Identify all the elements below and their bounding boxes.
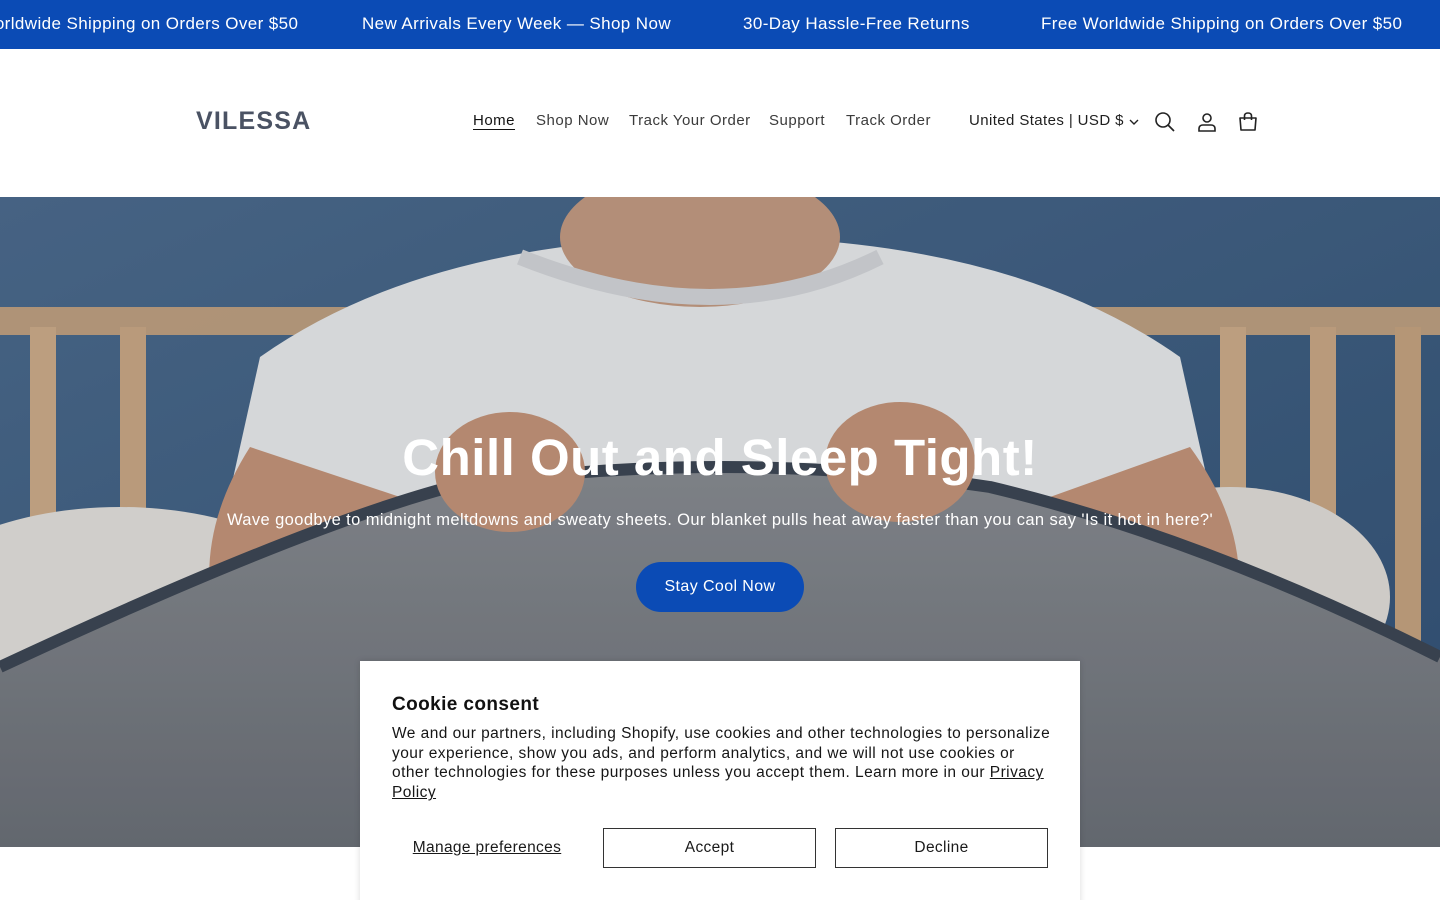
- announcement-message: Free Worldwide Shipping on Orders Over $…: [1041, 14, 1403, 33]
- stay-cool-now-button[interactable]: Stay Cool Now: [636, 562, 804, 612]
- cookie-title: Cookie consent: [392, 694, 540, 715]
- decline-button[interactable]: Decline: [835, 828, 1048, 868]
- manage-preferences-button[interactable]: Manage preferences: [392, 828, 582, 868]
- cookie-consent-dialog: Cookie consent We and our partners, incl…: [360, 661, 1080, 900]
- chevron-down-icon: [1129, 119, 1139, 125]
- site-header: VILESSA Home Shop Now Track Your Order S…: [0, 49, 1440, 197]
- hero-subtitle: Wave goodbye to midnight meltdowns and s…: [226, 511, 1214, 529]
- accept-button[interactable]: Accept: [603, 828, 816, 868]
- search-icon[interactable]: [1153, 110, 1177, 134]
- cookie-body-text: We and our partners, including Shopify, …: [392, 725, 1051, 782]
- cart-icon[interactable]: [1236, 110, 1260, 134]
- announcement-message: 30-Day Hassle-Free Returns: [743, 14, 970, 33]
- cookie-body: We and our partners, including Shopify, …: [392, 724, 1054, 803]
- country-currency-selector[interactable]: United States | USD $: [969, 112, 1139, 129]
- nav-shop-now[interactable]: Shop Now: [536, 112, 609, 129]
- nav-home[interactable]: Home: [473, 112, 515, 129]
- locale-label: United States | USD $: [969, 112, 1124, 129]
- announcement-bar: Free Worldwide Shipping on Orders Over $…: [0, 0, 1440, 49]
- announcement-message: New Arrivals Every Week — Shop Now: [362, 14, 671, 33]
- nav-support[interactable]: Support: [769, 112, 825, 129]
- nav-track-your-order[interactable]: Track Your Order: [629, 112, 751, 129]
- announcement-message: Free Worldwide Shipping on Orders Over $…: [0, 14, 299, 33]
- hero-title: Chill Out and Sleep Tight!: [402, 429, 1038, 486]
- store-logo[interactable]: VILESSA: [196, 107, 311, 136]
- nav-track-order[interactable]: Track Order: [846, 112, 931, 129]
- account-icon[interactable]: [1195, 110, 1219, 134]
